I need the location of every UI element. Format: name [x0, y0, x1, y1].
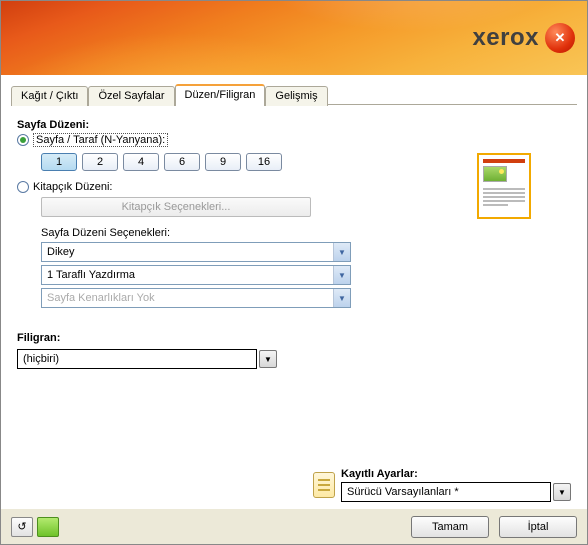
nup-1[interactable]: 1 — [41, 153, 77, 171]
page-preview — [477, 153, 531, 219]
layout-options-label: Sayfa Düzeni Seçenekleri: — [41, 227, 571, 239]
saved-settings-area: Kayıtlı Ayarlar: Sürücü Varsayılanları *… — [11, 462, 577, 508]
sides-value: 1 Taraflı Yazdırma — [47, 269, 135, 281]
watermark-dropdown-button[interactable]: ▼ — [259, 350, 277, 368]
tab-layout-watermark[interactable]: Düzen/Filigran — [175, 84, 266, 106]
tab-advanced[interactable]: Gelişmiş — [265, 86, 327, 106]
nup-2[interactable]: 2 — [82, 153, 118, 171]
tab-content: Sayfa Düzeni: Sayfa / Taraf (N-Yanyana):… — [11, 105, 577, 372]
sides-combo[interactable]: 1 Taraflı Yazdırma ▼ — [41, 265, 351, 285]
radio-booklet[interactable] — [17, 181, 29, 193]
brand: xerox — [472, 23, 575, 53]
radio-nup-label: Sayfa / Taraf (N-Yanyana): — [33, 133, 168, 147]
watermark-value: (hiçbiri) — [23, 353, 59, 365]
watermark-label: Filigran: — [17, 332, 571, 344]
header-banner: xerox — [1, 1, 587, 75]
orientation-value: Dikey — [47, 246, 75, 258]
saved-settings-combo[interactable]: Sürücü Varsayılanları * — [341, 482, 551, 502]
preview-image-icon — [483, 166, 507, 182]
preview-lines — [483, 188, 525, 206]
brand-text: xerox — [472, 24, 539, 52]
eco-button[interactable] — [37, 517, 59, 537]
cancel-button[interactable]: İptal — [499, 516, 577, 538]
chevron-down-icon: ▼ — [333, 289, 350, 307]
ok-button[interactable]: Tamam — [411, 516, 489, 538]
nup-9[interactable]: 9 — [205, 153, 241, 171]
borders-value: Sayfa Kenarlıkları Yok — [47, 292, 155, 304]
saved-settings-icon — [313, 472, 335, 498]
tab-paper-output[interactable]: Kağıt / Çıktı — [11, 86, 88, 106]
chevron-down-icon[interactable]: ▼ — [333, 266, 350, 284]
saved-settings-dropdown-button[interactable]: ▼ — [553, 483, 571, 501]
dialog-body: Kağıt / Çıktı Özel Sayfalar Düzen/Filigr… — [1, 75, 587, 508]
nup-6[interactable]: 6 — [164, 153, 200, 171]
preview-header-bar — [483, 159, 525, 163]
watermark-section: Filigran: (hiçbiri) ▼ — [17, 332, 571, 372]
orientation-combo[interactable]: Dikey ▼ — [41, 242, 351, 262]
undo-icon: ↺ — [17, 520, 26, 533]
booklet-options-button: Kitapçık Seçenekleri... — [41, 197, 311, 217]
nup-4[interactable]: 4 — [123, 153, 159, 171]
radio-nup[interactable] — [17, 134, 29, 146]
saved-settings-value: Sürücü Varsayılanları * — [347, 486, 459, 498]
radio-nup-row[interactable]: Sayfa / Taraf (N-Yanyana): — [17, 133, 571, 147]
saved-settings-label: Kayıtlı Ayarlar: — [341, 468, 571, 480]
radio-booklet-label: Kitapçık Düzeni: — [33, 181, 112, 193]
brand-logo-icon — [545, 23, 575, 53]
chevron-down-icon[interactable]: ▼ — [333, 243, 350, 261]
page-layout-title: Sayfa Düzeni: — [17, 119, 571, 131]
watermark-combo[interactable]: (hiçbiri) — [17, 349, 257, 369]
borders-combo: Sayfa Kenarlıkları Yok ▼ — [41, 288, 351, 308]
reset-button[interactable]: ↺ — [11, 517, 33, 537]
nup-16[interactable]: 16 — [246, 153, 282, 171]
print-dialog: xerox Kağıt / Çıktı Özel Sayfalar Düzen/… — [0, 0, 588, 545]
bottom-bar: ↺ Tamam İptal — [1, 508, 587, 544]
tab-strip: Kağıt / Çıktı Özel Sayfalar Düzen/Filigr… — [11, 83, 577, 105]
tab-special-pages[interactable]: Özel Sayfalar — [88, 86, 174, 106]
